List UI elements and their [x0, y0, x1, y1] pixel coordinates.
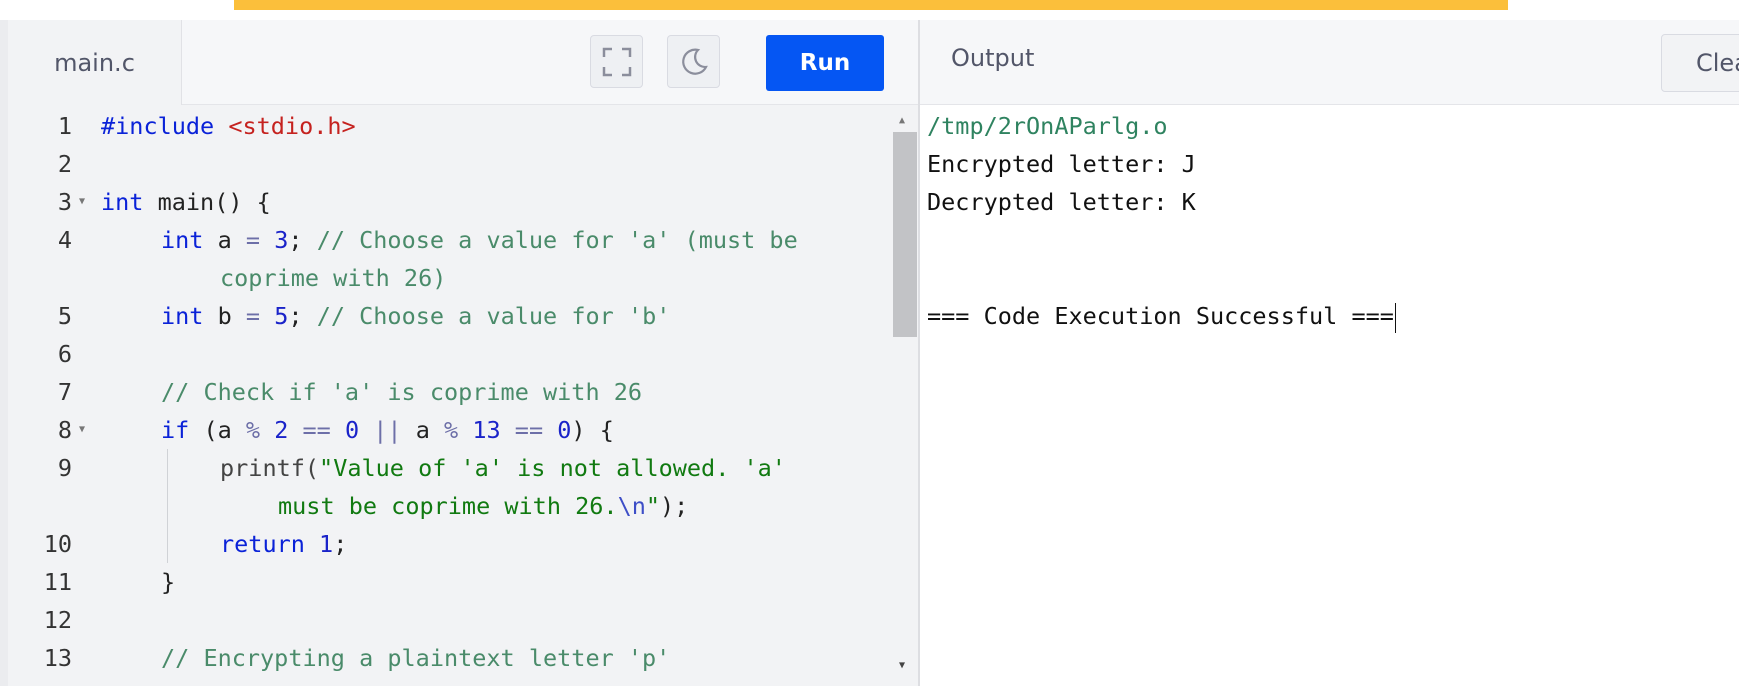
line-number: 3	[57, 188, 72, 216]
line-number: 13	[43, 644, 72, 672]
code-line-9: printf("Value of 'a' is not allowed. 'a'	[220, 454, 786, 482]
accent-bar	[234, 0, 1508, 10]
code-line-13: // Encrypting a plaintext letter 'p'	[161, 644, 671, 672]
output-header: Output Clear	[920, 20, 1739, 105]
line-number: 6	[57, 340, 72, 368]
scroll-up-arrow-icon[interactable]: ▲	[899, 115, 905, 126]
line-number: 1	[57, 112, 72, 140]
code-line-10: return 1;	[220, 530, 348, 558]
code-editor[interactable]: 1 2 3 4 5 6 7 8 9 10 11 12 13 ▼ ▼ #inclu…	[8, 105, 918, 686]
fold-arrow-icon[interactable]: ▼	[79, 411, 89, 449]
output-line: Decrypted letter: K	[927, 188, 1196, 216]
line-number: 8	[57, 416, 72, 444]
output-title: Output	[951, 44, 1035, 72]
line-gutter: 1 2 3 4 5 6 7 8 9 10 11 12 13 ▼ ▼	[8, 105, 86, 686]
fullscreen-icon	[602, 47, 631, 76]
code-line-11: }	[161, 568, 176, 596]
output-console[interactable]: /tmp/2rOnAParlg.o Encrypted letter: J De…	[920, 105, 1739, 686]
line-number: 10	[43, 530, 72, 558]
code-line-4: int a = 3; // Choose a value for 'a' (mu…	[161, 226, 798, 254]
code-line-3: int main() {	[101, 188, 271, 216]
fullscreen-button[interactable]	[590, 35, 643, 88]
code-line-9-wrap: must be coprime with 26.\n");	[278, 492, 689, 520]
moon-icon	[681, 48, 708, 75]
output-line: Encrypted letter: J	[927, 150, 1196, 178]
line-number: 9	[57, 454, 72, 482]
line-number: 12	[43, 606, 72, 634]
editor-scrollbar[interactable]: ▲ ▼	[890, 105, 918, 686]
left-edge	[0, 20, 8, 686]
scrollbar-thumb[interactable]	[893, 132, 917, 337]
code-line-4-wrap: coprime with 26)	[220, 264, 447, 292]
file-tab-main-c[interactable]: main.c	[8, 20, 182, 105]
indent-guide	[167, 449, 168, 563]
text-caret	[1394, 302, 1396, 333]
theme-toggle-button[interactable]	[667, 35, 720, 88]
top-banner	[0, 0, 1739, 20]
run-button[interactable]: Run	[766, 35, 884, 91]
line-number: 4	[57, 226, 72, 254]
code-line-5: int b = 5; // Choose a value for 'b'	[161, 302, 671, 330]
line-number: 11	[43, 568, 72, 596]
output-line-success: === Code Execution Successful ===	[927, 297, 1396, 335]
line-number: 7	[57, 378, 72, 406]
code-line-7: // Check if 'a' is coprime with 26	[161, 378, 643, 406]
editor-header: main.c Run	[8, 20, 918, 105]
output-line: /tmp/2rOnAParlg.o	[927, 112, 1168, 140]
line-number: 2	[57, 150, 72, 178]
fold-arrow-icon[interactable]: ▼	[79, 183, 89, 221]
scroll-down-arrow-icon[interactable]: ▼	[899, 660, 905, 671]
clear-button[interactable]: Clear	[1661, 34, 1739, 92]
code-line-8: if (a % 2 == 0 || a % 13 == 0) {	[161, 416, 614, 444]
code-line-1: #include <stdio.h>	[101, 112, 356, 140]
line-number: 5	[57, 302, 72, 330]
